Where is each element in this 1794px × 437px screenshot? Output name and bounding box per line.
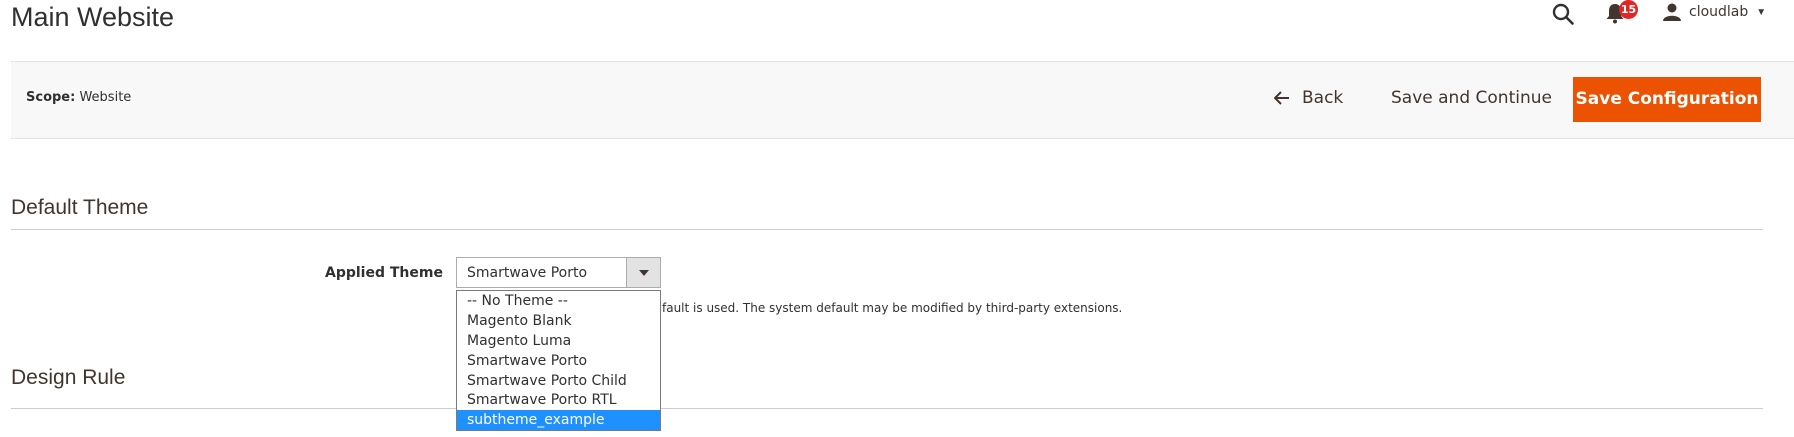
page-actions-toolbar: Scope: Website Back Save and Continue Sa…	[11, 61, 1794, 139]
scope-value: Website	[79, 90, 132, 105]
caret-down-icon	[638, 269, 649, 276]
section-divider	[11, 229, 1763, 230]
arrow-left-icon	[1274, 91, 1289, 105]
option-magento-luma[interactable]: Magento Luma	[457, 331, 660, 351]
user-menu[interactable]: cloudlab ▼	[1663, 1, 1766, 23]
option-smartwave-porto-rtl[interactable]: Smartwave Porto RTL	[457, 390, 660, 410]
notifications-badge: 15	[1619, 0, 1638, 19]
user-name: cloudlab	[1689, 4, 1749, 20]
option-smartwave-porto-child[interactable]: Smartwave Porto Child	[457, 371, 660, 391]
page-title: Main Website	[11, 2, 175, 32]
save-configuration-button[interactable]: Save Configuration	[1573, 77, 1761, 122]
applied-theme-value: Smartwave Porto	[467, 265, 588, 281]
option-smartwave-porto[interactable]: Smartwave Porto	[457, 351, 660, 371]
applied-theme-label: Applied Theme	[325, 265, 443, 281]
scope-indicator: Scope: Website	[26, 90, 131, 105]
user-icon	[1663, 3, 1681, 21]
dropdown-toggle[interactable]	[626, 258, 660, 287]
back-label: Back	[1302, 88, 1344, 108]
applied-theme-select[interactable]: Smartwave Porto	[456, 257, 661, 288]
chevron-down-icon: ▼	[1756, 6, 1767, 18]
applied-theme-note: fault is used. The system default may be…	[662, 301, 1123, 315]
save-and-continue-button[interactable]: Save and Continue	[1391, 79, 1552, 117]
section-divider	[11, 408, 1763, 409]
section-title-default-theme[interactable]: Default Theme	[11, 196, 148, 220]
back-button[interactable]: Back	[1274, 79, 1343, 117]
section-title-design-rule[interactable]: Design Rule	[11, 366, 125, 390]
option-no-theme[interactable]: -- No Theme --	[457, 291, 660, 311]
option-subtheme-example[interactable]: subtheme_example	[457, 410, 660, 431]
applied-theme-options: -- No Theme -- Magento Blank Magento Lum…	[456, 290, 661, 431]
search-icon[interactable]	[1552, 3, 1574, 25]
scope-label: Scope:	[26, 90, 76, 105]
option-magento-blank[interactable]: Magento Blank	[457, 311, 660, 331]
